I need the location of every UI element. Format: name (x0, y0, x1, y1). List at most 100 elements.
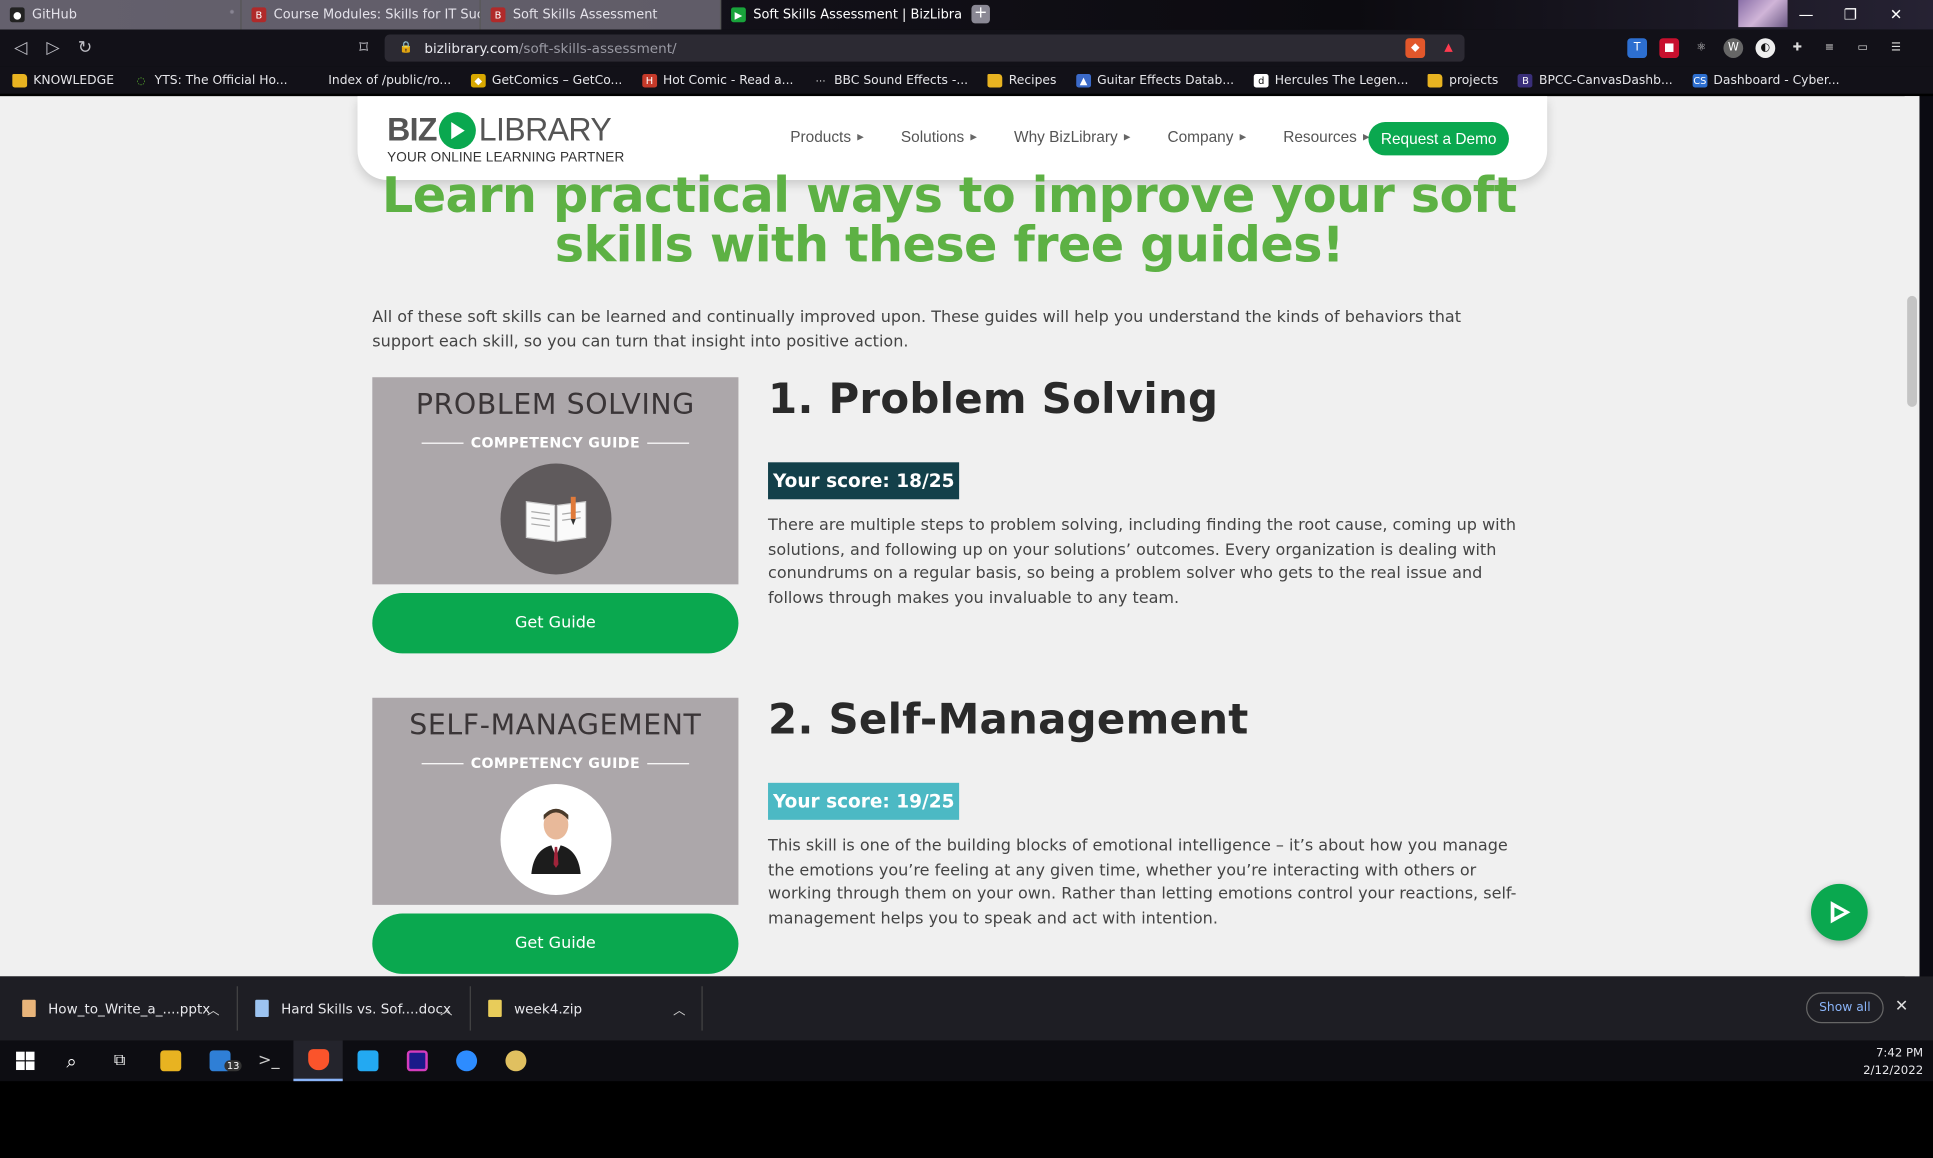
back-icon[interactable]: ◁ (10, 37, 32, 59)
brave-shields-icon[interactable]: ◆ (1405, 38, 1426, 58)
show-all-downloads-button[interactable]: Show all (1806, 992, 1884, 1024)
logo-word-library: LIBRARY (478, 110, 612, 148)
chevron-up-icon[interactable]: ︿ (207, 1000, 219, 1019)
floating-play-button[interactable] (1810, 883, 1868, 941)
tab-github[interactable]: ● GitHub (0, 0, 242, 30)
playlist-icon[interactable]: ≡ (1820, 38, 1840, 58)
extensions-puzzle-icon[interactable]: ✚ (1788, 38, 1808, 58)
nav-label: Company (1167, 128, 1234, 146)
bookmark-bpcc[interactable]: B BPCC-CanvasDashb... (1518, 73, 1673, 87)
task-view-icon[interactable]: ⧉ (95, 1040, 144, 1081)
logo-tagline: YOUR ONLINE LEARNING PARTNER (387, 150, 625, 166)
mail-badge: 13 (224, 1060, 242, 1072)
zip-file-icon (488, 999, 502, 1018)
tab-soft-skills-assessment[interactable]: B Soft Skills Assessment (480, 0, 722, 30)
react-devtools-icon[interactable]: ⚛ (1691, 38, 1711, 58)
tab-label: GitHub (32, 7, 77, 23)
caret-right-icon: ▶ (1239, 133, 1247, 142)
intellij-icon[interactable] (392, 1040, 441, 1081)
skill-description-self-management: This skill is one of the building blocks… (768, 837, 1517, 928)
download-item-pptx[interactable]: How_to_Write_a_....pptx (22, 976, 210, 1040)
bookmark-projects[interactable]: projects (1428, 73, 1498, 87)
close-window-icon[interactable]: ✕ (1874, 0, 1918, 30)
card-subtitle: COMPETENCY GUIDE (372, 434, 738, 451)
brave-browser-icon[interactable] (293, 1040, 343, 1082)
clock-date: 2/12/2022 (1863, 1063, 1924, 1078)
download-filename: week4.zip (514, 1000, 583, 1017)
github-icon: ● (9, 7, 25, 23)
folder-icon (1428, 73, 1443, 87)
canvas-icon: B (1518, 73, 1533, 87)
card-subtitle-text: COMPETENCY GUIDE (470, 433, 640, 452)
bizlibrary-icon: B (251, 7, 267, 23)
mail-icon[interactable]: 13 (195, 1040, 244, 1081)
nav-solutions[interactable]: Solutions ▶ (901, 128, 977, 145)
bookmark-yts[interactable]: ◌ YTS: The Official Ho... (134, 73, 288, 87)
address-bar[interactable]: 🔒 bizlibrary.com/soft-skills-assessment/ (384, 34, 1465, 62)
nav-resources[interactable]: Resources ▶ (1283, 128, 1369, 145)
skill-description-problem-solving: There are multiple steps to problem solv… (768, 516, 1517, 608)
wallet-icon[interactable]: ▭ (1853, 38, 1873, 58)
bookmark-hercules[interactable]: d Hercules The Legen... (1253, 73, 1408, 87)
card-title: PROBLEM SOLVING (415, 389, 695, 422)
bookmark-knowledge[interactable]: KNOWLEDGE (12, 73, 114, 87)
reload-icon[interactable]: ↻ (74, 37, 96, 59)
new-tab-button[interactable]: + (971, 4, 990, 24)
bookmark-getcomics[interactable]: ◆ GetComics – GetCo... (470, 73, 622, 87)
close-downloads-icon[interactable]: ✕ (1895, 997, 1908, 1015)
search-icon[interactable]: ⌕ (47, 1040, 96, 1081)
window-thumbnail (1738, 0, 1788, 28)
get-guide-button-self-management[interactable]: Get Guide (372, 913, 739, 974)
red-extension-icon[interactable]: ■ (1659, 38, 1680, 58)
bookmark-guitar[interactable]: ▲ Guitar Effects Datab... (1076, 73, 1234, 87)
file-explorer-icon[interactable] (145, 1040, 194, 1081)
bookmark-icon[interactable]: ⌑ (353, 37, 375, 59)
download-item-zip[interactable]: week4.zip (488, 976, 582, 1040)
getcomics-icon: ◆ (470, 73, 486, 87)
get-guide-button-problem-solving[interactable]: Get Guide (372, 592, 739, 654)
page-headline: Learn practical ways to improve your sof… (370, 171, 1529, 270)
w-extension-icon[interactable]: W (1723, 38, 1744, 58)
bookmark-recipes[interactable]: Recipes (987, 73, 1056, 87)
tab-active-bizlibrary[interactable]: ▶ Soft Skills Assessment | BizLibrary ✕ (721, 0, 962, 30)
guitar-icon: ▲ (1076, 73, 1091, 87)
taskbar-clock[interactable]: 7:42 PM 2/12/2022 (1849, 1045, 1923, 1080)
caret-right-icon: ▶ (970, 133, 978, 142)
nav-products[interactable]: Products ▶ (790, 128, 864, 145)
tab-strip: ● GitHub B Course Modules: Skills for IT… (0, 0, 1933, 30)
play-icon: ▶ (731, 7, 746, 23)
url-path: /soft-skills-assessment/ (518, 40, 677, 57)
desktop-edge (1919, 96, 1933, 977)
windows-start-icon[interactable] (0, 1040, 49, 1081)
vscode-icon[interactable] (343, 1040, 392, 1081)
forward-icon[interactable]: ▷ (42, 37, 64, 59)
minimize-icon[interactable]: — (1784, 0, 1828, 30)
request-demo-button[interactable]: Request a Demo (1368, 122, 1509, 156)
terminal-icon[interactable]: >_ (244, 1040, 293, 1081)
page-scrollbar[interactable] (1904, 96, 1920, 977)
nav-why-bizlibrary[interactable]: Why BizLibrary ▶ (1014, 128, 1130, 145)
bookmark-index[interactable]: Index of /public/ro... (307, 73, 451, 87)
bookmark-label: projects (1449, 73, 1499, 87)
chevron-up-icon[interactable]: ︿ (673, 1000, 685, 1019)
nav-company[interactable]: Company ▶ (1167, 128, 1246, 145)
tab-course-modules[interactable]: B Course Modules: Skills for IT Success (241, 0, 481, 30)
circle-extension-icon[interactable]: ◐ (1755, 38, 1776, 58)
page-viewport: BIZ LIBRARY YOUR ONLINE LEARNING PARTNER… (0, 96, 1920, 977)
chevron-up-icon[interactable]: ︿ (440, 1000, 452, 1019)
paint-icon[interactable] (491, 1040, 540, 1081)
scrollbar-thumb[interactable] (1907, 295, 1918, 407)
brave-rewards-icon[interactable]: ▲ (1439, 38, 1459, 58)
skill-title-problem-solving: 1. Problem Solving (768, 374, 1219, 425)
translate-extension-icon[interactable]: T (1627, 38, 1648, 58)
restore-icon[interactable]: ❐ (1828, 0, 1872, 30)
lock-icon: 🔒 (399, 41, 414, 55)
bookmark-dashboard[interactable]: CS Dashboard - Cyber... (1692, 73, 1840, 87)
headline-line-2: skills with these free guides! (554, 216, 1345, 274)
download-item-docx[interactable]: Hard Skills vs. Sof....docx (255, 976, 451, 1040)
bookmark-hotcomic[interactable]: H Hot Comic - Read a... (642, 73, 793, 87)
bookmark-bbc[interactable]: ⋯ BBC Sound Effects -... (813, 73, 968, 87)
zoom-icon[interactable] (441, 1040, 490, 1081)
menu-icon[interactable]: ☰ (1886, 38, 1906, 58)
bizlibrary-logo[interactable]: BIZ LIBRARY YOUR ONLINE LEARNING PARTNER (387, 111, 624, 165)
